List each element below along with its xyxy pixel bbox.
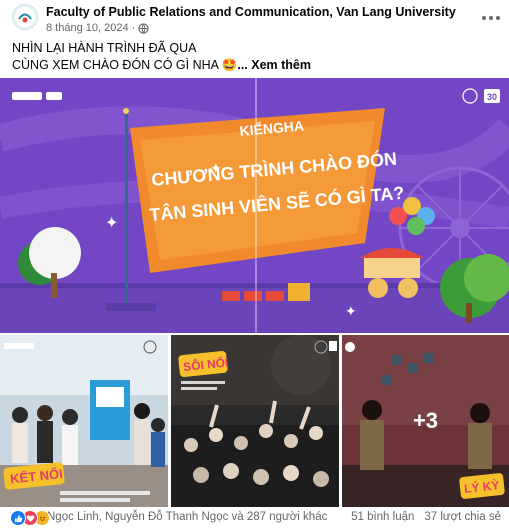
faculty-logo-icon [15, 7, 35, 27]
photo-tile-3[interactable]: LÝ KỲ +3 [342, 335, 509, 507]
hero-badge: 30 [487, 92, 497, 102]
post-text-line-1: NHÌN LẠI HÀNH TRÌNH ĐÃ QUA [12, 41, 197, 55]
author-name[interactable]: Faculty of Public Relations and Communic… [46, 5, 456, 19]
dot-icon [489, 16, 493, 20]
like-reaction-icon [10, 510, 26, 526]
post-header: Faculty of Public Relations and Communic… [0, 0, 509, 40]
post-text: NHÌN LẠI HÀNH TRÌNH ĐÃ QUA CÙNG XEM CHÀO… [12, 40, 311, 74]
engagement-counts: 51 bình luận 37 lượt chia sẻ [351, 511, 501, 523]
sparkle-icon: ✦ [345, 303, 357, 319]
post-footer: Ngọc Linh, Nguyễn Đỗ Thanh Ngọc và 287 n… [0, 507, 509, 529]
star-struck-emoji-icon: 🤩 [221, 58, 238, 72]
post-text-line-2-content: CÙNG XEM CHÀO ĐÓN CÓ GÌ NHA [12, 58, 219, 72]
post-meta: 8 tháng 10, 2024 · [46, 22, 149, 34]
photo-tile-1-image: KẾT NỐI [0, 335, 168, 507]
dot-icon [496, 16, 500, 20]
hero-illustration: KIỂNGHA CHƯƠNG TRÌNH CHÀO ĐÓN TÂN SINH V… [0, 78, 509, 333]
reaction-icons[interactable] [10, 510, 50, 526]
comments-count[interactable]: 51 bình luận [351, 511, 414, 523]
dot-separator: · [131, 22, 136, 34]
sparkle-icon: ✦ [210, 160, 222, 176]
globe-icon [138, 22, 149, 34]
photo-tile-2[interactable]: SÔI NỔI [171, 335, 339, 507]
shares-count[interactable]: 37 lượt chia sẻ [424, 511, 501, 523]
see-more-link[interactable]: ... Xem thêm [237, 58, 311, 72]
photo-tile-1[interactable]: KẾT NỐI [0, 335, 168, 507]
more-photos-overlay[interactable]: +3 [342, 335, 509, 507]
post-date[interactable]: 8 tháng 10, 2024 [46, 22, 129, 34]
hero-image[interactable]: KIỂNGHA CHƯƠNG TRÌNH CHÀO ĐÓN TÂN SINH V… [0, 78, 509, 333]
photo-tile-2-image: SÔI NỔI [171, 335, 339, 507]
dot-icon [482, 16, 486, 20]
more-options-button[interactable] [481, 12, 501, 24]
post-text-line-2: CÙNG XEM CHÀO ĐÓN CÓ GÌ NHA 🤩... Xem thê… [12, 57, 311, 74]
page-avatar[interactable] [12, 4, 38, 30]
sparkle-icon: ✦ [105, 215, 118, 232]
reactor-names[interactable]: Ngọc Linh, Nguyễn Đỗ Thanh Ngọc và 287 n… [47, 511, 327, 523]
